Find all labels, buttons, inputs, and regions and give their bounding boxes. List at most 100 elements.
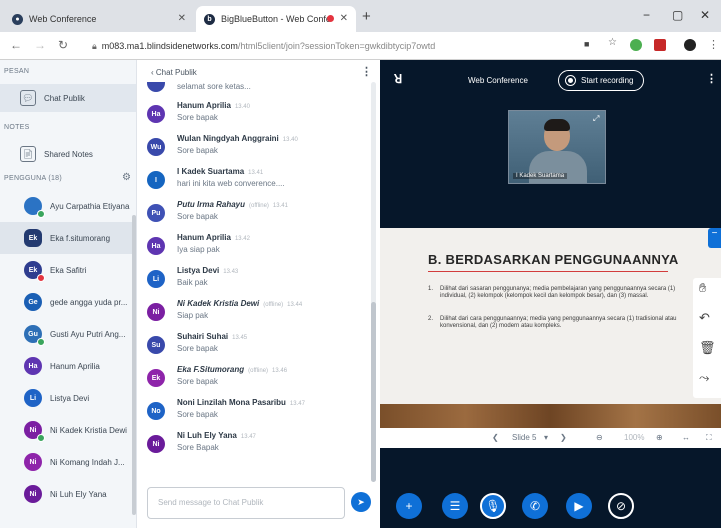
user-name: Ayu Carpathia Etiyana: [50, 201, 130, 211]
clear-icon[interactable]: 🗑︎: [699, 340, 716, 356]
avatar: [147, 82, 165, 92]
scrollbar[interactable]: [132, 215, 136, 515]
lock-icon: 🔒︎: [92, 40, 97, 51]
back-icon[interactable]: ←: [10, 38, 22, 52]
message-author: Ni Luh Ely Yana 13.47: [177, 431, 256, 440]
message-author: Listya Devi 13.43: [177, 266, 238, 275]
slide-point-1: 1. Dilihat dari sasaran penggunanya; medi…: [428, 286, 698, 300]
star-icon[interactable]: ☆: [608, 37, 617, 48]
message-time: 13.47: [289, 401, 305, 407]
leave-audio-button[interactable]: ✆: [522, 493, 548, 519]
message-time: 13.43: [223, 269, 239, 275]
offline-label: (offline): [248, 368, 269, 374]
chevron-down-icon[interactable]: ▾: [544, 433, 548, 442]
menu-icon[interactable]: ⋮: [708, 38, 719, 51]
status-badge: [37, 274, 45, 282]
user-list-item[interactable]: Ni Ni Luh Ely Yana: [0, 478, 136, 510]
avatar: Ni: [24, 453, 42, 471]
chat-title: Chat Publik: [155, 68, 197, 77]
close-window-button[interactable]: ✕: [700, 8, 710, 22]
web-conference-favicon: ●: [12, 13, 23, 25]
actions-button[interactable]: +: [396, 493, 422, 519]
previous-slide-icon[interactable]: ❮: [492, 433, 499, 442]
message-list: selamat sore ketas... Ha Hanum Aprilia 13.4…: [137, 82, 373, 482]
maximize-button[interactable]: ▢: [672, 8, 683, 22]
slide-selector[interactable]: Slide 5: [512, 433, 536, 442]
tab-bigbluebutton[interactable]: b BigBlueButton - Web Confe ✕: [196, 6, 356, 32]
user-name: Listya Devi: [50, 393, 90, 403]
slide-point-2: 2. Dilihat dari cara penggunaannya; media…: [428, 316, 698, 330]
user-name: Eka Safitri: [50, 265, 87, 275]
point-text: Dilihat dari cara penggunaannya; media y…: [440, 316, 677, 329]
close-tab-icon[interactable]: ✕: [340, 13, 348, 24]
user-name: Ni Komang Indah J...: [50, 457, 125, 467]
settings-icon[interactable]: ⚙: [122, 172, 131, 183]
close-tab-icon[interactable]: ✕: [178, 13, 186, 24]
sidebar: PESAN 💬︎ Chat Publik NOTES 📄︎ Shared Not…: [0, 60, 137, 528]
user-list-item[interactable]: Ayu Carpathia Etiyana: [0, 190, 136, 222]
sidebar-item-chat[interactable]: 💬︎ Chat Publik: [0, 84, 136, 112]
profile-icon[interactable]: [684, 39, 696, 51]
reload-icon[interactable]: ↻: [58, 38, 68, 52]
message-author: Suhairi Suhai 13.45: [177, 332, 247, 341]
extension-icon[interactable]: [654, 39, 666, 51]
options-icon[interactable]: ⋮: [706, 72, 717, 85]
fit-width-icon[interactable]: ↔: [682, 433, 690, 442]
fullscreen-icon[interactable]: ⛶: [706, 433, 712, 443]
message-time: 13.45: [232, 335, 248, 341]
user-list-item[interactable]: Gu Gusti Ayu Putri Ang...: [0, 318, 136, 350]
message-text: Sore Bapak: [177, 443, 219, 452]
slide-title: B. BERDASARKAN PENGGUNAANNYA: [428, 252, 679, 267]
chat-header[interactable]: ‹ Chat Publik: [151, 68, 197, 77]
author-name: Hanum Aprilia: [177, 233, 231, 242]
message-author: Wulan Ningdyah Anggraini 13.40: [177, 134, 298, 143]
user-list-item[interactable]: Ek Eka f.situmorang: [0, 222, 136, 254]
tab-label: BigBlueButton - Web Confe: [221, 14, 331, 24]
user-list-item[interactable]: Ek Eka Safitri: [0, 254, 136, 286]
message-text: Sore bapak: [177, 344, 218, 353]
sidebar-item-notes[interactable]: 📄︎ Shared Notes: [0, 140, 136, 168]
minimize-presentation-button[interactable]: −: [708, 228, 721, 248]
user-list-item[interactable]: Ha Hanum Aprilia: [0, 350, 136, 382]
undo-icon[interactable]: ↶: [699, 310, 710, 326]
camera-icon[interactable]: ■: [584, 39, 589, 49]
zoom-in-icon[interactable]: ⊕: [656, 433, 663, 442]
avatar: [24, 197, 45, 218]
start-recording-button[interactable]: Start recording: [558, 70, 644, 91]
tab-web-conference[interactable]: ● Web Conference ✕: [4, 6, 194, 32]
minimize-button[interactable]: −: [643, 8, 650, 22]
author-name: Suhairi Suhai: [177, 332, 229, 341]
webcam-button[interactable]: ▶: [566, 493, 592, 519]
message-text: Iya siap pak: [177, 245, 220, 254]
microphone-button[interactable]: 🎙︎: [480, 493, 506, 519]
notes-icon: 📄︎: [20, 146, 36, 162]
user-list-item[interactable]: Ni Ni Komang Indah J...: [0, 446, 136, 478]
chat-message: No Noni Linzilah Mona Pasaribu 13.47 Sore b…: [147, 398, 367, 430]
chat-options-icon[interactable]: ⋮: [361, 65, 372, 78]
webcam-video[interactable]: ⤢ I Kadek Suartama: [508, 110, 606, 184]
polls-button[interactable]: ☰: [442, 493, 468, 519]
user-list-toggle-icon[interactable]: ꓤ: [394, 72, 402, 86]
user-list-item[interactable]: Ge gede angga yuda pr...: [0, 286, 136, 318]
message-text: Sore bapak: [177, 410, 218, 419]
zoom-out-icon[interactable]: ⊖: [596, 433, 603, 442]
url-field[interactable]: 🔒︎ m083.ma1.blindsidenetworks.com /html5…: [92, 36, 572, 56]
hand-tool-icon[interactable]: ✋︎: [699, 280, 706, 296]
user-list-item[interactable]: Li Listya Devi: [0, 382, 136, 414]
message-time: 13.47: [240, 434, 256, 440]
send-button[interactable]: ➤: [351, 492, 371, 512]
scrollbar-thumb[interactable]: [371, 302, 376, 482]
author-name: Noni Linzilah Mona Pasaribu: [177, 398, 286, 407]
chat-message-input[interactable]: Send message to Chat Publik: [147, 487, 345, 519]
new-tab-button[interactable]: +: [362, 8, 371, 25]
expand-icon[interactable]: ⤢: [593, 114, 599, 124]
multi-user-icon[interactable]: ⤳: [699, 370, 709, 386]
extension-icon[interactable]: [630, 39, 642, 51]
scrollbar[interactable]: [371, 82, 376, 482]
user-list-item[interactable]: Ni Ni Kadek Kristia Dewi: [0, 414, 136, 446]
screen-share-button[interactable]: ⊘: [608, 493, 634, 519]
message-text: Sore bapak: [177, 212, 218, 221]
url-host: m083.ma1.blindsidenetworks.com: [101, 41, 238, 51]
forward-icon[interactable]: →: [34, 38, 46, 52]
next-slide-icon[interactable]: ❯: [560, 433, 567, 442]
